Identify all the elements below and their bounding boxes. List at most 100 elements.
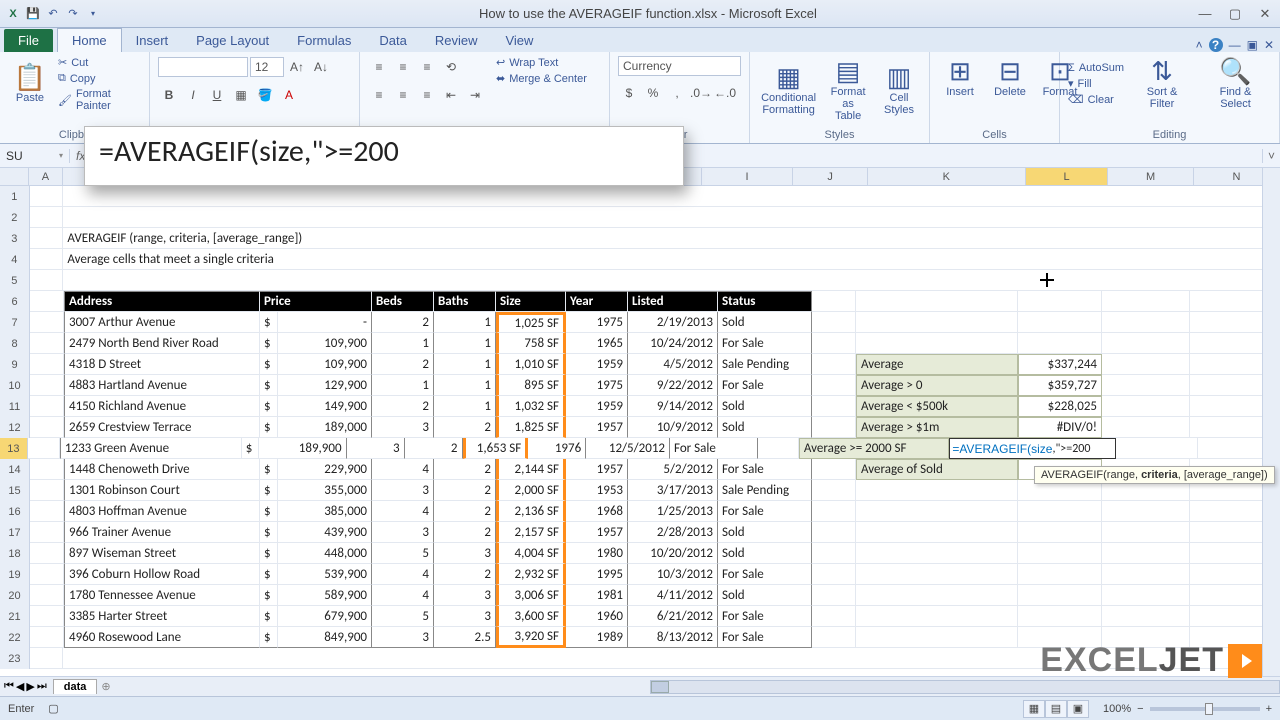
- year-cell[interactable]: 1968: [566, 501, 628, 522]
- cell[interactable]: [1018, 522, 1102, 543]
- cell[interactable]: $: [260, 480, 278, 501]
- address-cell[interactable]: 897 Wiseman Street: [64, 543, 260, 564]
- cell[interactable]: $: [260, 312, 278, 333]
- cell[interactable]: $: [260, 522, 278, 543]
- vertical-scrollbar[interactable]: [1262, 168, 1280, 696]
- cell[interactable]: Address: [64, 291, 260, 312]
- cell[interactable]: Size: [496, 291, 566, 312]
- baths-cell[interactable]: 2: [434, 522, 496, 543]
- qat-dropdown-icon[interactable]: ▾: [84, 5, 102, 23]
- status-cell[interactable]: Sold: [718, 522, 812, 543]
- address-cell[interactable]: 4803 Hoffman Avenue: [64, 501, 260, 522]
- baths-cell[interactable]: 2.5: [434, 627, 496, 648]
- decrease-indent-icon[interactable]: ⇤: [440, 84, 462, 106]
- merge-center-button[interactable]: ⬌Merge & Center: [496, 72, 587, 85]
- cell[interactable]: [856, 522, 1018, 543]
- italic-button[interactable]: I: [182, 84, 204, 106]
- year-cell[interactable]: 1960: [566, 606, 628, 627]
- cell[interactable]: [30, 564, 64, 585]
- status-cell[interactable]: Sold: [718, 312, 812, 333]
- cell[interactable]: $: [260, 606, 278, 627]
- last-sheet-icon[interactable]: ⏭: [37, 680, 47, 693]
- row-header[interactable]: 19: [0, 564, 30, 585]
- status-cell[interactable]: For Sale: [718, 375, 812, 396]
- cell[interactable]: $: [260, 333, 278, 354]
- baths-cell[interactable]: 2: [405, 438, 463, 459]
- status-cell[interactable]: For Sale: [718, 564, 812, 585]
- year-cell[interactable]: 1975: [566, 375, 628, 396]
- cell[interactable]: [1102, 585, 1190, 606]
- spreadsheet-grid[interactable]: A B C D E F G H I J K L M N 123AVERAGEIF…: [0, 168, 1280, 696]
- status-cell[interactable]: For Sale: [718, 333, 812, 354]
- col-header[interactable]: L: [1026, 168, 1108, 185]
- year-cell[interactable]: 1981: [566, 585, 628, 606]
- row-header[interactable]: 1: [0, 186, 30, 207]
- row-header[interactable]: 15: [0, 480, 30, 501]
- address-cell[interactable]: 4318 D Street: [64, 354, 260, 375]
- cell[interactable]: [1102, 606, 1190, 627]
- tab-view[interactable]: View: [491, 29, 547, 52]
- shrink-font-icon[interactable]: A↓: [310, 56, 332, 78]
- row-header[interactable]: 8: [0, 333, 30, 354]
- price-cell[interactable]: 385,000: [278, 501, 372, 522]
- cell[interactable]: $: [260, 564, 278, 585]
- cut-button[interactable]: ✂Cut: [58, 56, 141, 69]
- listed-cell[interactable]: 10/24/2012: [628, 333, 718, 354]
- row-header[interactable]: 20: [0, 585, 30, 606]
- workbook-close-icon[interactable]: ✕: [1264, 38, 1274, 52]
- autosum-button[interactable]: ΣAutoSum: [1068, 62, 1124, 74]
- tab-formulas[interactable]: Formulas: [283, 29, 365, 52]
- cell[interactable]: [30, 522, 64, 543]
- baths-cell[interactable]: 1: [434, 354, 496, 375]
- tab-home[interactable]: Home: [57, 28, 122, 52]
- row-header[interactable]: 17: [0, 522, 30, 543]
- minimize-ribbon-icon[interactable]: ˄: [1196, 38, 1203, 52]
- cell[interactable]: [30, 375, 64, 396]
- cell[interactable]: [30, 543, 64, 564]
- beds-cell[interactable]: 5: [372, 606, 434, 627]
- status-cell[interactable]: For Sale: [718, 627, 812, 648]
- year-cell[interactable]: 1995: [566, 564, 628, 585]
- price-cell[interactable]: -: [278, 312, 372, 333]
- row-header[interactable]: 10: [0, 375, 30, 396]
- year-cell[interactable]: 1959: [566, 354, 628, 375]
- cell[interactable]: [812, 585, 856, 606]
- cell[interactable]: [30, 501, 64, 522]
- summary-key[interactable]: Average > $1m: [856, 417, 1018, 438]
- cell[interactable]: [1018, 501, 1102, 522]
- tab-insert[interactable]: Insert: [122, 29, 183, 52]
- cell[interactable]: [1018, 291, 1102, 312]
- cell[interactable]: [812, 375, 856, 396]
- underline-button[interactable]: U: [206, 84, 228, 106]
- summary-key[interactable]: Average < $500k: [856, 396, 1018, 417]
- zoom-out-icon[interactable]: −: [1137, 703, 1143, 715]
- workbook-minimize-icon[interactable]: —: [1229, 38, 1241, 52]
- address-cell[interactable]: 1301 Robinson Court: [64, 480, 260, 501]
- grow-font-icon[interactable]: A↑: [286, 56, 308, 78]
- paste-button[interactable]: 📋Paste: [8, 62, 52, 106]
- row-header[interactable]: 4: [0, 249, 30, 270]
- cell[interactable]: Status: [718, 291, 812, 312]
- status-cell[interactable]: For Sale: [718, 501, 812, 522]
- beds-cell[interactable]: 2: [372, 396, 434, 417]
- align-right-icon[interactable]: ≡: [416, 84, 438, 106]
- cell[interactable]: [30, 480, 64, 501]
- listed-cell[interactable]: 4/5/2012: [628, 354, 718, 375]
- size-cell[interactable]: 2,157 SF: [496, 522, 566, 543]
- save-icon[interactable]: 💾: [24, 5, 42, 23]
- cell[interactable]: Listed: [628, 291, 718, 312]
- cell[interactable]: [30, 606, 64, 627]
- undo-icon[interactable]: ↶: [44, 5, 62, 23]
- select-all-corner[interactable]: [0, 168, 29, 185]
- cell[interactable]: $: [260, 354, 278, 375]
- cell[interactable]: [30, 249, 64, 270]
- maximize-icon[interactable]: ▢: [1224, 6, 1246, 22]
- listed-cell[interactable]: 2/28/2013: [628, 522, 718, 543]
- status-cell[interactable]: Sold: [718, 585, 812, 606]
- cell[interactable]: [1018, 543, 1102, 564]
- cell[interactable]: [1102, 291, 1190, 312]
- zoom-slider[interactable]: [1150, 707, 1260, 711]
- cell[interactable]: $: [260, 417, 278, 438]
- price-cell[interactable]: 448,000: [278, 543, 372, 564]
- baths-cell[interactable]: 3: [434, 543, 496, 564]
